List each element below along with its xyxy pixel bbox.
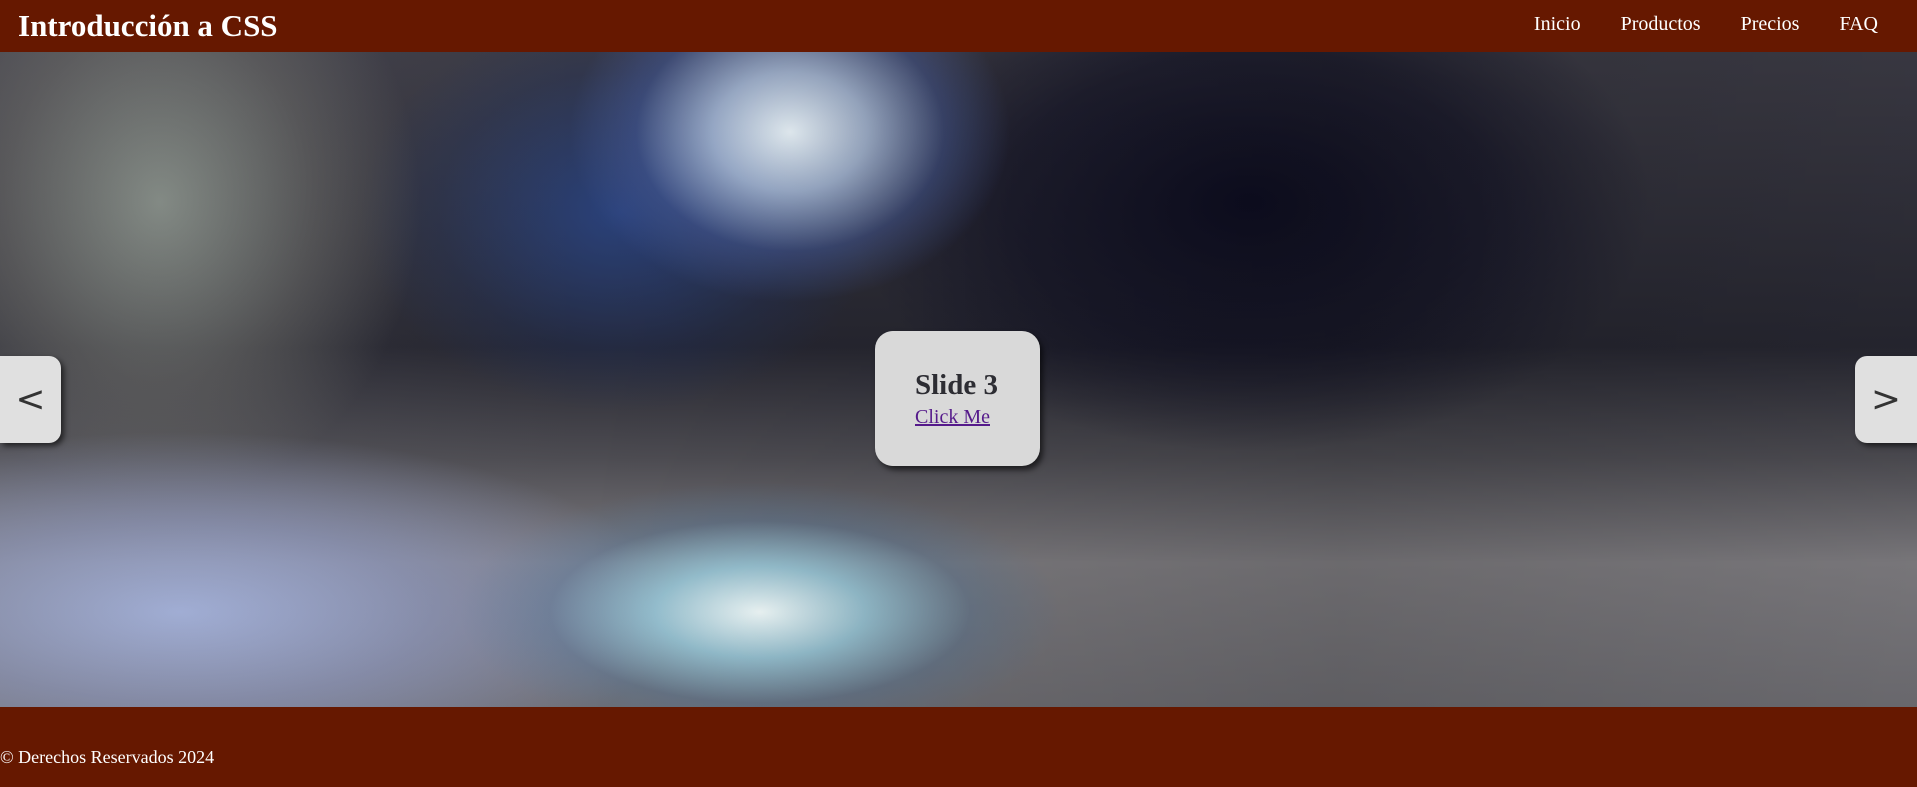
slide-caption: Slide 3 Click Me bbox=[875, 331, 1040, 466]
slide-title: Slide 3 bbox=[915, 369, 998, 401]
prev-slide-button[interactable]: < bbox=[0, 356, 61, 443]
site-header: Introducción a CSS Inicio Productos Prec… bbox=[0, 0, 1917, 52]
site-title: Introducción a CSS bbox=[18, 8, 278, 43]
main-nav: Inicio Productos Precios FAQ bbox=[1494, 13, 1878, 36]
slide-link[interactable]: Click Me bbox=[915, 406, 990, 429]
next-slide-button[interactable]: > bbox=[1855, 356, 1917, 443]
image-slider[interactable]: Slide 3 Click Me < > bbox=[0, 52, 1917, 707]
nav-link-productos[interactable]: Productos bbox=[1621, 13, 1701, 36]
nav-link-inicio[interactable]: Inicio bbox=[1534, 13, 1581, 36]
nav-link-faq[interactable]: FAQ bbox=[1839, 13, 1878, 36]
nav-link-precios[interactable]: Precios bbox=[1741, 13, 1800, 36]
site-footer: © Derechos Reservados 2024 bbox=[0, 747, 1917, 787]
copyright-text: © Derechos Reservados 2024 bbox=[0, 747, 215, 767]
